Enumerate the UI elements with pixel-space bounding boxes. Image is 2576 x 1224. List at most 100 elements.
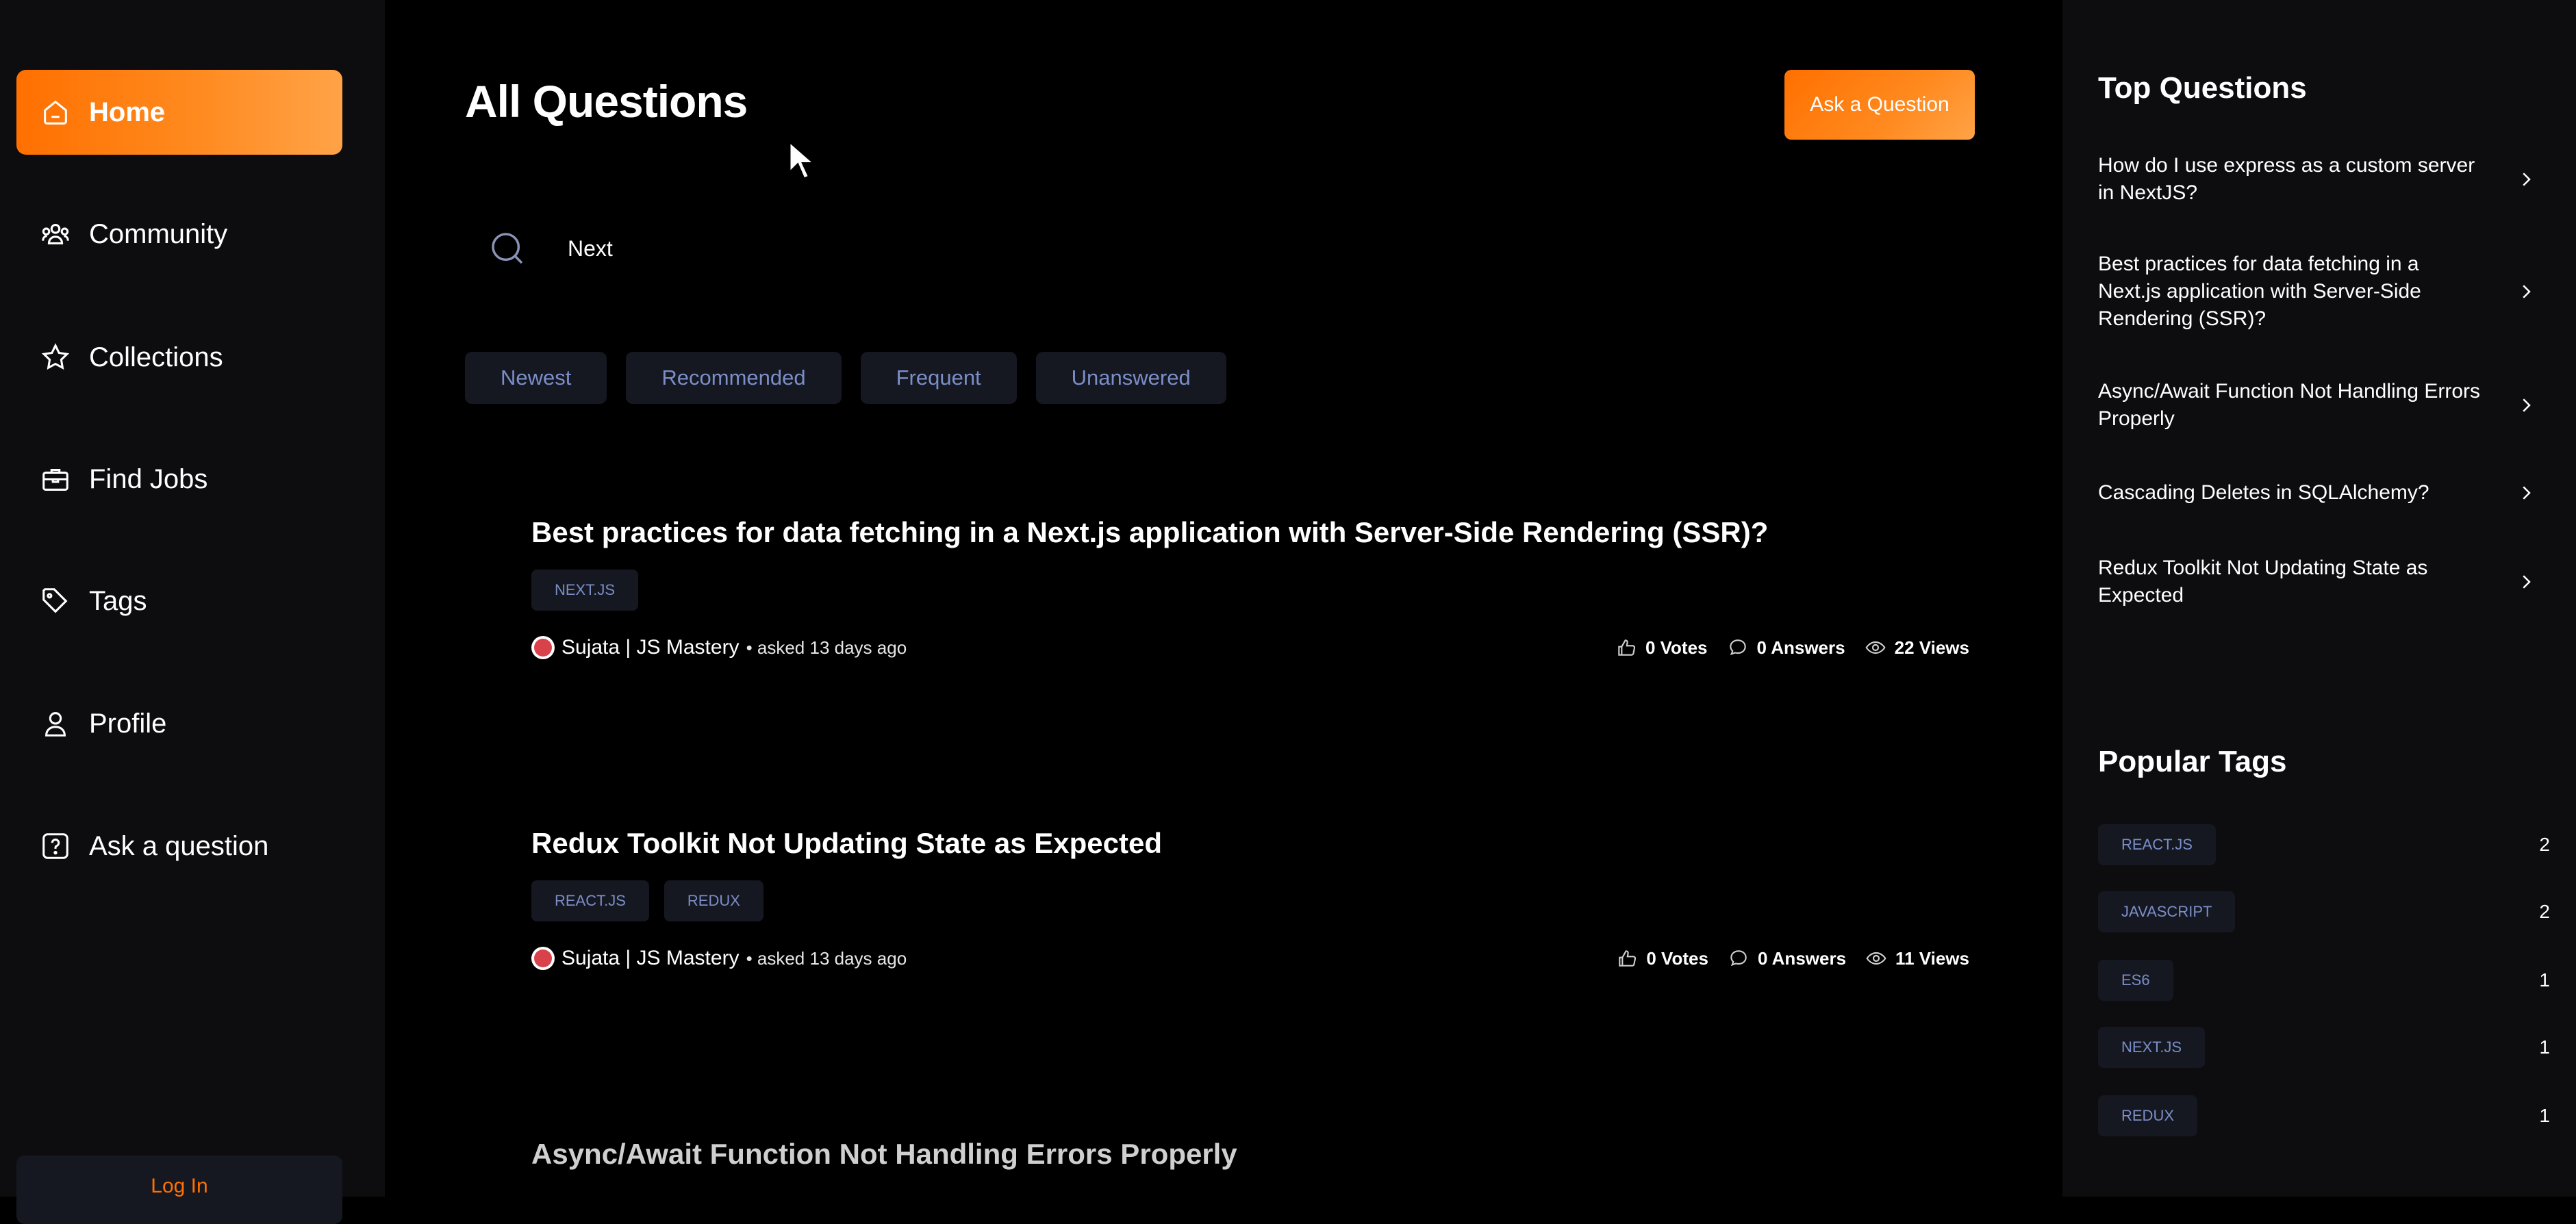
popular-tag[interactable]: REDUX [2098, 1095, 2198, 1136]
chevron-right-icon [2523, 398, 2531, 412]
users-icon [42, 224, 69, 244]
answers-count: 0 Answers [1756, 637, 1845, 658]
search-bar [465, 211, 1975, 286]
sidebar-item-profile[interactable]: Profile [16, 681, 342, 766]
eye-icon [1866, 952, 1886, 965]
question-tag[interactable]: REDUX [664, 880, 763, 921]
question-tag[interactable]: REACT.JS [531, 880, 649, 921]
popular-tag-row: REDUX 1 [2098, 1095, 2550, 1136]
popular-tag[interactable]: REACT.JS [2098, 824, 2216, 865]
search-icon [492, 233, 523, 264]
asked-time: • asked 13 days ago [746, 637, 907, 658]
popular-tag-row: ES6 1 [2098, 960, 2550, 1001]
user-icon [45, 712, 66, 737]
question-title[interactable]: Async/Await Function Not Handling Errors… [531, 1138, 1969, 1171]
sidebar-item-label: Profile [89, 708, 167, 739]
views-count: 22 Views [1894, 637, 1969, 658]
sidebar-item-label: Tags [89, 585, 147, 616]
sidebar-item-tags[interactable]: Tags [16, 559, 342, 643]
chevron-right-icon [2523, 173, 2531, 186]
sidebar-item-label: Ask a question [89, 830, 269, 861]
author-name[interactable]: Sujata | JS Mastery [561, 947, 740, 970]
votes-count: 0 Votes [1646, 947, 1708, 969]
top-questions-heading: Top Questions [2098, 71, 2307, 105]
thumbs-up-icon [1619, 950, 1637, 967]
thumbs-up-icon [1618, 639, 1636, 656]
answers-count: 0 Answers [1757, 947, 1847, 969]
question-title[interactable]: Best practices for data fetching in a Ne… [531, 516, 1969, 549]
views-metric: 22 Views [1865, 637, 1969, 659]
filter-unanswered[interactable]: Unanswered [1035, 352, 1226, 404]
search-input[interactable] [566, 235, 1802, 262]
question-card: Async/Await Function Not Handling Errors… [531, 1138, 1969, 1171]
question-card: Best practices for data fetching in a Ne… [531, 516, 1969, 661]
sidebar-item-label: Home [89, 97, 166, 127]
sidebar-item-label: Find Jobs [89, 463, 208, 494]
top-question-text: Async/Await Function Not Handling Errors… [2098, 380, 2481, 430]
popular-tags-heading: Popular Tags [2098, 745, 2287, 778]
chevron-right-icon [2523, 285, 2531, 298]
top-question-text: Cascading Deletes in SQLAlchemy? [2098, 481, 2429, 504]
filter-recommended[interactable]: Recommended [626, 352, 842, 404]
tag-count: 1 [2539, 1036, 2550, 1058]
page-title: All Questions [465, 76, 748, 127]
message-icon [1729, 639, 1746, 656]
question-icon [42, 833, 68, 859]
filter-newest[interactable]: Newest [465, 352, 607, 404]
sidebar-item-collections[interactable]: Collections [16, 315, 342, 400]
popular-tag[interactable]: NEXT.JS [2098, 1027, 2206, 1068]
mouse-cursor-icon [788, 140, 816, 180]
sidebar-item-label: Collections [89, 342, 223, 372]
briefcase-icon [42, 469, 68, 491]
eye-icon [1865, 641, 1886, 654]
top-question-item[interactable]: Redux Toolkit Not Updating State as Expe… [2098, 554, 2536, 609]
votes-metric: 0 Votes [1616, 947, 1708, 969]
popular-tag-row: NEXT.JS 1 [2098, 1027, 2550, 1068]
sidebar-item-label: Community [89, 218, 228, 249]
login-button[interactable]: Log In [16, 1156, 342, 1224]
votes-metric: 0 Votes [1615, 637, 1708, 659]
answers-metric: 0 Answers [1728, 947, 1846, 969]
ask-question-button[interactable]: Ask a Question [1784, 70, 1975, 140]
popular-tag-row: JAVASCRIPT 2 [2098, 891, 2550, 932]
top-question-text: Best practices for data fetching in a Ne… [2098, 253, 2421, 330]
tag-count: 1 [2539, 1105, 2550, 1126]
question-card: Redux Toolkit Not Updating State as Expe… [531, 827, 1969, 972]
top-question-item[interactable]: Cascading Deletes in SQLAlchemy? [2098, 479, 2536, 507]
popular-tag[interactable]: ES6 [2098, 960, 2173, 1001]
chevron-right-icon [2523, 575, 2531, 589]
question-tag[interactable]: NEXT.JS [531, 570, 639, 611]
votes-count: 0 Votes [1645, 637, 1708, 658]
views-count: 11 Views [1895, 947, 1969, 969]
asked-time: • asked 13 days ago [746, 947, 907, 969]
views-metric: 11 Views [1865, 947, 1969, 969]
filter-frequent[interactable]: Frequent [860, 352, 1017, 404]
sidebar-item-find-jobs[interactable]: Find Jobs [16, 437, 342, 522]
tag-count: 2 [2539, 834, 2550, 855]
sidebar-item-ask-question[interactable]: Ask a question [16, 804, 342, 889]
popular-tag-row: REACT.JS 2 [2098, 824, 2550, 865]
top-question-text: How do I use express as a custom server … [2098, 154, 2475, 204]
top-question-item[interactable]: How do I use express as a custom server … [2098, 152, 2536, 207]
sidebar-item-home[interactable]: Home [16, 70, 342, 155]
home-icon [44, 100, 67, 125]
sidebar-item-community[interactable]: Community [16, 192, 342, 277]
popular-tag[interactable]: JAVASCRIPT [2098, 891, 2236, 932]
message-icon [1730, 950, 1747, 967]
star-icon [41, 343, 70, 370]
top-question-item[interactable]: Best practices for data fetching in a Ne… [2098, 251, 2536, 333]
tag-icon [42, 588, 68, 613]
author-name[interactable]: Sujata | JS Mastery [561, 636, 740, 659]
question-title[interactable]: Redux Toolkit Not Updating State as Expe… [531, 827, 1969, 860]
tag-count: 2 [2539, 901, 2550, 922]
question-metrics: 0 Votes 0 Answers 22 Views [1615, 634, 1969, 661]
chevron-right-icon [2523, 486, 2531, 500]
avatar[interactable] [531, 636, 555, 659]
question-metrics: 0 Votes 0 Answers 11 Views [1616, 945, 1969, 972]
avatar[interactable] [531, 947, 555, 970]
filter-tabs: Newest Recommended Frequent Unanswered [465, 352, 1226, 404]
top-question-item[interactable]: Async/Await Function Not Handling Errors… [2098, 378, 2536, 433]
top-question-text: Redux Toolkit Not Updating State as Expe… [2098, 557, 2428, 607]
answers-metric: 0 Answers [1727, 637, 1845, 659]
left-sidebar: Home Community Collections Find Jobs Tag… [0, 0, 385, 1224]
